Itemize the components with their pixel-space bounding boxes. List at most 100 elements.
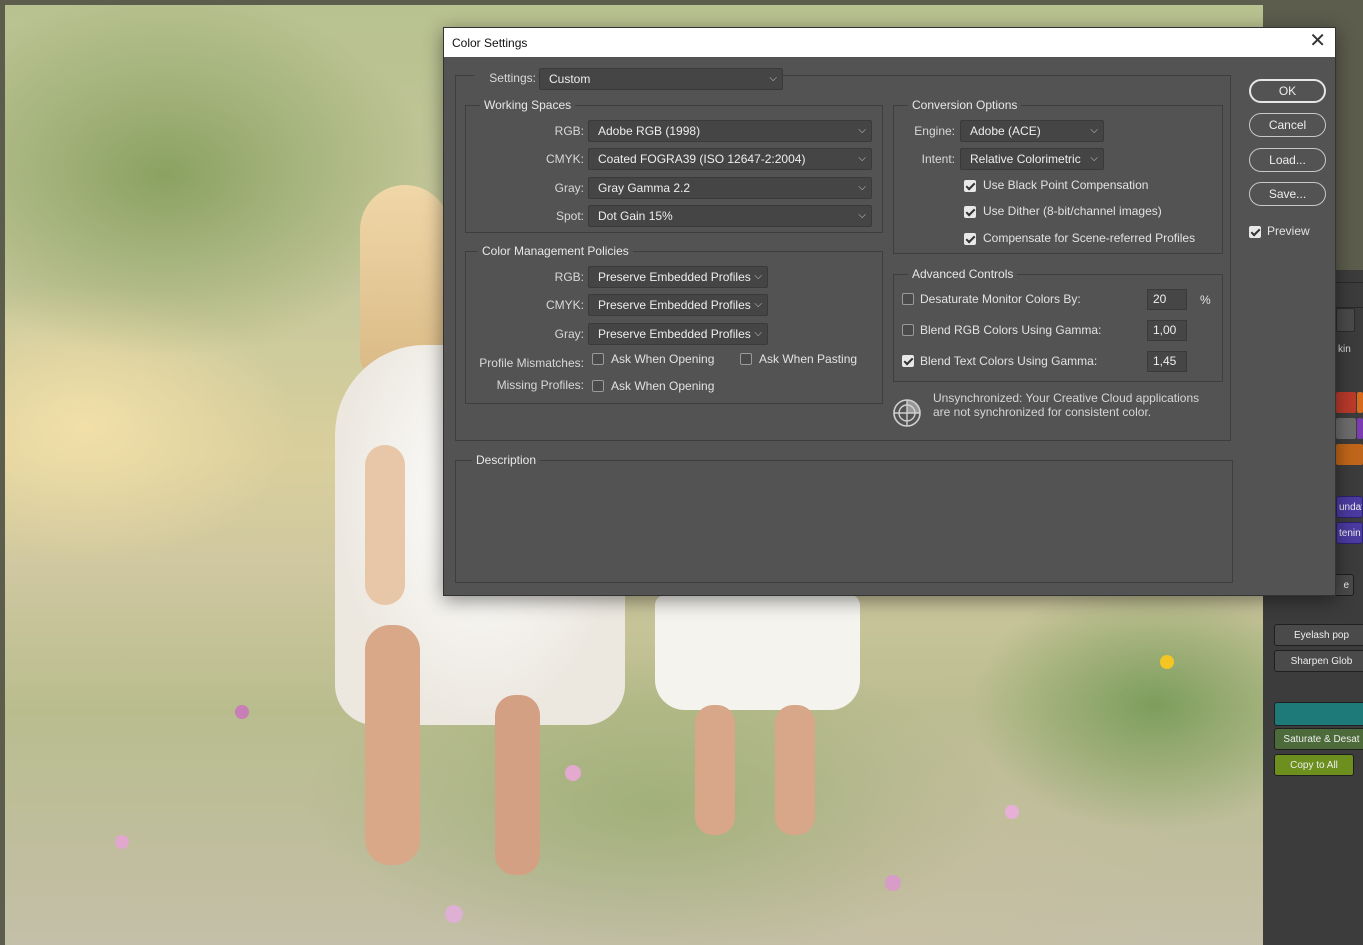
engine-dropdown[interactable]: Adobe (ACE) ⌵ bbox=[960, 120, 1104, 142]
policy-rgb-value: Preserve Embedded Profiles bbox=[598, 270, 751, 284]
mismatch-ask-pasting-checkbox[interactable] bbox=[740, 353, 752, 365]
policies-title: Color Management Policies bbox=[478, 244, 633, 258]
color-swatch-purple[interactable] bbox=[1357, 418, 1363, 439]
action-label: e bbox=[1343, 579, 1349, 591]
chevron-down-icon: ⌵ bbox=[858, 153, 866, 164]
load-button[interactable]: Load... bbox=[1249, 148, 1326, 172]
chevron-down-icon: ⌵ bbox=[754, 328, 762, 339]
action-label: tenin bbox=[1339, 527, 1361, 539]
color-swatch-amber[interactable] bbox=[1336, 444, 1363, 465]
action-button-partial[interactable]: tenin bbox=[1336, 522, 1363, 544]
mismatch-ask-opening-checkbox[interactable] bbox=[592, 353, 604, 365]
save-button[interactable]: Save... bbox=[1249, 182, 1326, 206]
ws-cmyk-dropdown[interactable]: Coated FOGRA39 (ISO 12647-2:2004) ⌵ bbox=[588, 148, 872, 170]
black-point-checkbox[interactable] bbox=[964, 180, 976, 192]
photo-leg bbox=[775, 705, 815, 835]
color-swatch-red[interactable] bbox=[1336, 392, 1356, 413]
intent-dropdown[interactable]: Relative Colorimetric ⌵ bbox=[960, 148, 1104, 170]
color-swatch-orange[interactable] bbox=[1357, 392, 1363, 413]
sync-message-line2: are not synchronized for consistent colo… bbox=[933, 405, 1152, 419]
ws-rgb-value: Adobe RGB (1998) bbox=[598, 124, 701, 138]
panel-partial-label: kin bbox=[1338, 344, 1351, 355]
policy-rgb-label: RGB: bbox=[554, 270, 584, 284]
scene-referred-checkbox[interactable] bbox=[964, 233, 976, 245]
blend-rgb-input[interactable]: 1,00 bbox=[1147, 320, 1187, 341]
photo-second-dress bbox=[655, 595, 860, 710]
advanced-controls-title: Advanced Controls bbox=[908, 267, 1018, 281]
sync-message-line1: Unsynchronized: Your Creative Cloud appl… bbox=[933, 391, 1200, 405]
action-eyelash-pop[interactable]: Eyelash pop bbox=[1274, 624, 1363, 646]
ws-spot-label: Spot: bbox=[555, 209, 584, 223]
chevron-down-icon: ⌵ bbox=[754, 271, 762, 282]
dialog-titlebar[interactable]: Color Settings ✕ bbox=[444, 28, 1335, 57]
missing-ask-opening-checkbox[interactable] bbox=[592, 380, 604, 392]
blend-text-checkbox[interactable] bbox=[902, 355, 914, 367]
ws-spot-dropdown[interactable]: Dot Gain 15% ⌵ bbox=[588, 205, 872, 227]
preview-checkbox[interactable] bbox=[1249, 226, 1261, 238]
policy-rgb-dropdown[interactable]: Preserve Embedded Profiles ⌵ bbox=[588, 266, 768, 288]
photo-flower bbox=[235, 705, 249, 719]
blend-text-input[interactable]: 1,45 bbox=[1147, 351, 1187, 372]
policy-cmyk-label: CMYK: bbox=[545, 298, 584, 312]
ws-cmyk-value: Coated FOGRA39 (ISO 12647-2:2004) bbox=[598, 152, 806, 166]
desaturate-label: Desaturate Monitor Colors By: bbox=[920, 292, 1081, 306]
photo-girl-arm bbox=[365, 445, 405, 605]
action-teal-button[interactable] bbox=[1274, 702, 1363, 726]
ws-rgb-label: RGB: bbox=[554, 124, 584, 138]
action-button-partial[interactable]: undat bbox=[1336, 496, 1363, 518]
photo-leg bbox=[365, 625, 420, 865]
panel-tab[interactable] bbox=[1336, 308, 1355, 332]
chevron-down-icon: ⌵ bbox=[858, 210, 866, 221]
photo-flower bbox=[1005, 805, 1019, 819]
desaturate-checkbox[interactable] bbox=[902, 293, 914, 305]
action-label: undat bbox=[1339, 501, 1363, 513]
working-spaces-title: Working Spaces bbox=[480, 98, 576, 112]
photo-flower bbox=[115, 835, 129, 849]
photo-flower bbox=[1160, 655, 1174, 669]
action-sharpen-global[interactable]: Sharpen Glob bbox=[1274, 650, 1363, 672]
chevron-down-icon: ⌵ bbox=[769, 73, 777, 84]
sync-status-icon bbox=[893, 399, 921, 427]
action-label: Saturate & Desat bbox=[1283, 733, 1360, 745]
action-saturate-desaturate[interactable]: Saturate & Desat bbox=[1274, 728, 1363, 750]
photo-leg bbox=[695, 705, 735, 835]
action-label: Eyelash pop bbox=[1293, 629, 1350, 641]
policy-gray-value: Preserve Embedded Profiles bbox=[598, 327, 751, 341]
chevron-down-icon: ⌵ bbox=[858, 125, 866, 136]
black-point-label: Use Black Point Compensation bbox=[983, 178, 1149, 192]
policy-cmyk-dropdown[interactable]: Preserve Embedded Profiles ⌵ bbox=[588, 294, 768, 316]
mismatch-ask-pasting-label: Ask When Pasting bbox=[759, 352, 858, 366]
ok-button[interactable]: OK bbox=[1249, 79, 1326, 103]
settings-label: Settings: bbox=[474, 71, 538, 85]
ws-cmyk-label: CMYK: bbox=[545, 152, 584, 166]
cancel-button[interactable]: Cancel bbox=[1249, 113, 1326, 137]
photo-flower bbox=[445, 905, 463, 923]
ws-rgb-dropdown[interactable]: Adobe RGB (1998) ⌵ bbox=[588, 120, 872, 142]
ws-gray-value: Gray Gamma 2.2 bbox=[598, 181, 691, 195]
policy-cmyk-value: Preserve Embedded Profiles bbox=[598, 298, 751, 312]
chevron-down-icon: ⌵ bbox=[1090, 125, 1098, 136]
conversion-options-title: Conversion Options bbox=[908, 98, 1022, 112]
close-icon[interactable]: ✕ bbox=[1309, 31, 1326, 51]
engine-value: Adobe (ACE) bbox=[970, 124, 1041, 138]
blend-rgb-checkbox[interactable] bbox=[902, 324, 914, 336]
policy-gray-dropdown[interactable]: Preserve Embedded Profiles ⌵ bbox=[588, 323, 768, 345]
ws-gray-dropdown[interactable]: Gray Gamma 2.2 ⌵ bbox=[588, 177, 872, 199]
policy-gray-label: Gray: bbox=[554, 327, 584, 341]
action-label: Copy to All bbox=[1290, 759, 1338, 771]
desaturate-input[interactable]: 20 bbox=[1147, 289, 1187, 310]
missing-ask-opening-label: Ask When Opening bbox=[611, 379, 715, 393]
missing-profiles-label: Missing Profiles: bbox=[496, 378, 584, 392]
color-swatch-gray[interactable] bbox=[1336, 418, 1356, 439]
dither-checkbox[interactable] bbox=[964, 206, 976, 218]
ws-gray-label: Gray: bbox=[554, 181, 584, 195]
action-copy-to-all[interactable]: Copy to All bbox=[1274, 754, 1354, 776]
settings-dropdown[interactable]: Custom ⌵ bbox=[539, 68, 783, 90]
intent-label: Intent: bbox=[921, 152, 955, 166]
mismatch-ask-opening-label: Ask When Opening bbox=[611, 352, 715, 366]
ws-spot-value: Dot Gain 15% bbox=[598, 209, 673, 223]
intent-value: Relative Colorimetric bbox=[970, 152, 1081, 166]
scene-referred-label: Compensate for Scene-referred Profiles bbox=[983, 231, 1196, 245]
chevron-down-icon: ⌵ bbox=[1090, 153, 1098, 164]
dither-label: Use Dither (8-bit/channel images) bbox=[983, 204, 1162, 218]
